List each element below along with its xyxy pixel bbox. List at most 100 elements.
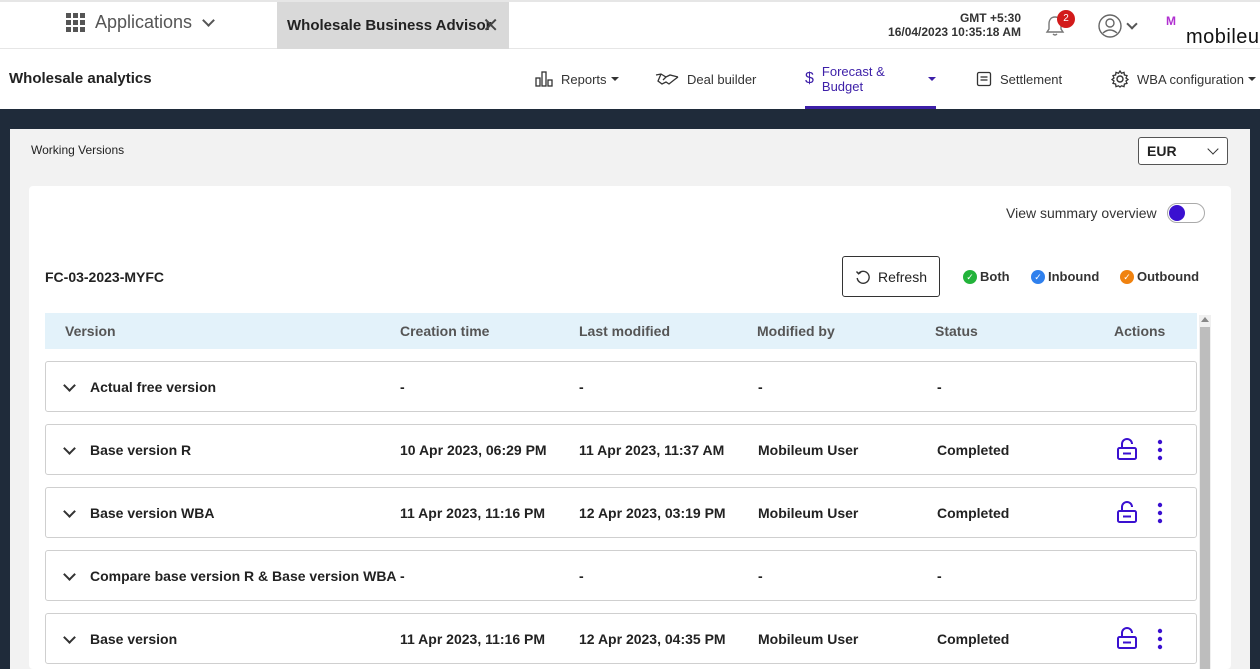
nav-item-reports[interactable]: Reports bbox=[535, 49, 619, 109]
table-row[interactable]: Actual free version - - - - bbox=[45, 361, 1197, 412]
nav-item-wba-configuration[interactable]: WBA configuration bbox=[1111, 49, 1256, 109]
check-icon: ✓ bbox=[1120, 269, 1134, 284]
creation-time: 10 Apr 2023, 06:29 PM bbox=[400, 442, 547, 458]
user-avatar-icon bbox=[1098, 14, 1122, 38]
scrollbar-thumb[interactable] bbox=[1200, 327, 1210, 669]
bar-chart-icon bbox=[535, 71, 553, 87]
chevron-down-icon[interactable] bbox=[63, 379, 76, 392]
last-modified: 12 Apr 2023, 04:35 PM bbox=[579, 631, 726, 647]
status: Completed bbox=[937, 505, 1010, 521]
check-icon: ✓ bbox=[1031, 269, 1045, 284]
creation-time: 11 Apr 2023, 11:16 PM bbox=[400, 505, 546, 521]
top-bar: Applications Wholesale Business Advisor … bbox=[0, 0, 1260, 49]
chevron-down-icon bbox=[1126, 17, 1138, 30]
modified-by: Mobileum User bbox=[758, 631, 859, 647]
creation-time: 11 Apr 2023, 11:16 PM bbox=[400, 631, 546, 647]
table-row[interactable]: Base version 11 Apr 2023, 11:16 PM 12 Ap… bbox=[45, 613, 1197, 664]
last-modified: 11 Apr 2023, 11:37 AM bbox=[579, 442, 725, 458]
version-name: Base version WBA bbox=[90, 505, 215, 521]
chevron-down-icon bbox=[202, 13, 215, 27]
applications-menu[interactable]: Applications bbox=[66, 12, 215, 33]
version-name: Base version bbox=[90, 631, 178, 647]
working-versions-title: Working Versions bbox=[31, 143, 125, 157]
chevron-down-icon bbox=[1207, 143, 1219, 155]
column-header[interactable]: Creation time bbox=[400, 323, 489, 339]
dollar-icon: $ bbox=[805, 70, 814, 87]
caret-down-icon bbox=[610, 77, 619, 81]
brand-logo: M mobileu bbox=[1166, 12, 1260, 48]
chevron-down-icon[interactable] bbox=[63, 505, 76, 518]
chevron-down-icon[interactable] bbox=[63, 442, 76, 455]
brand-name: mobileu bbox=[1186, 26, 1260, 48]
gear-icon bbox=[1111, 70, 1129, 88]
legend-label: Inbound bbox=[1048, 269, 1100, 284]
caret-down-icon bbox=[1247, 77, 1256, 81]
check-icon: ✓ bbox=[963, 269, 977, 284]
legend-outbound: ✓ Outbound bbox=[1120, 269, 1199, 284]
modified-by: - bbox=[758, 379, 763, 395]
status: Completed bbox=[937, 442, 1010, 458]
more-vertical-icon[interactable] bbox=[1150, 627, 1170, 651]
app-tab-label: Wholesale Business Advisor bbox=[287, 17, 492, 34]
chevron-down-icon[interactable] bbox=[63, 568, 76, 581]
refresh-button[interactable]: Refresh bbox=[842, 256, 940, 297]
nav-item-label: WBA configuration bbox=[1137, 71, 1244, 87]
version-name: Base version R bbox=[90, 442, 192, 458]
settlement-icon bbox=[976, 71, 992, 87]
version-name: Compare base version R & Base version WB… bbox=[90, 568, 397, 584]
more-vertical-icon[interactable] bbox=[1150, 438, 1170, 462]
version-name: Actual free version bbox=[90, 379, 217, 395]
apps-grid-icon bbox=[66, 13, 85, 32]
last-modified: - bbox=[579, 379, 584, 395]
close-icon[interactable]: ✕ bbox=[482, 16, 499, 36]
nav-item-settlement[interactable]: Settlement bbox=[976, 49, 1062, 109]
column-header[interactable]: Version bbox=[65, 323, 116, 339]
column-header[interactable]: Last modified bbox=[579, 323, 670, 339]
summary-overview-toggle-group: View summary overview bbox=[1006, 203, 1205, 223]
more-vertical-icon[interactable] bbox=[1150, 501, 1170, 525]
status: Completed bbox=[937, 631, 1010, 647]
applications-label: Applications bbox=[95, 12, 193, 32]
timezone-label: GMT +5:30 bbox=[959, 11, 1021, 25]
table-header: Version Creation time Last modified Modi… bbox=[45, 313, 1197, 349]
column-header[interactable]: Modified by bbox=[757, 323, 835, 339]
chevron-down-icon[interactable] bbox=[63, 631, 76, 644]
legend-label: Outbound bbox=[1137, 269, 1200, 284]
currency-select[interactable]: EUR bbox=[1138, 137, 1228, 165]
table-scrollbar[interactable] bbox=[1199, 315, 1211, 669]
legend-both: ✓ Both bbox=[963, 269, 1010, 284]
app-tab-wholesale-business-advisor[interactable]: Wholesale Business Advisor ✕ bbox=[277, 2, 509, 49]
nav-item-label: Deal builder bbox=[687, 71, 757, 87]
nav-item-deal-builder[interactable]: Deal builder bbox=[655, 49, 756, 109]
notification-badge: 2 bbox=[1057, 10, 1075, 28]
nav-item-label: Reports bbox=[561, 71, 607, 87]
modified-by: Mobileum User bbox=[758, 505, 859, 521]
status: - bbox=[937, 568, 942, 584]
modified-by: Mobileum User bbox=[758, 442, 859, 458]
page-section-title: Wholesale analytics bbox=[9, 70, 152, 87]
main-nav: Wholesale analytics Reports Deal builder… bbox=[0, 49, 1260, 109]
unlock-icon[interactable] bbox=[1116, 626, 1138, 650]
legend-label: Both bbox=[980, 269, 1010, 284]
summary-overview-toggle[interactable] bbox=[1166, 203, 1205, 223]
nav-item-forecast-budget[interactable]: $ Forecast & Budget bbox=[805, 49, 936, 109]
unlock-icon[interactable] bbox=[1116, 437, 1138, 461]
table-row[interactable]: Base version WBA 11 Apr 2023, 11:16 PM 1… bbox=[45, 487, 1197, 538]
table-row[interactable]: Base version R 10 Apr 2023, 06:29 PM 11 … bbox=[45, 424, 1197, 475]
last-modified: 12 Apr 2023, 03:19 PM bbox=[579, 505, 726, 521]
scroll-up-arrow-icon[interactable] bbox=[1201, 317, 1209, 322]
column-header[interactable]: Status bbox=[935, 323, 978, 339]
legend-inbound: ✓ Inbound bbox=[1031, 269, 1099, 284]
forecast-name: FC-03-2023-MYFC bbox=[45, 269, 165, 285]
unlock-icon[interactable] bbox=[1116, 500, 1138, 524]
brand-mark-icon: M bbox=[1166, 14, 1176, 28]
summary-toggle-label: View summary overview bbox=[1006, 205, 1157, 221]
timezone-clock: GMT +5:30 16/04/2023 10:35:18 AM bbox=[888, 11, 1021, 39]
table-row[interactable]: Compare base version R & Base version WB… bbox=[45, 550, 1197, 601]
status: - bbox=[937, 379, 942, 395]
currency-value: EUR bbox=[1147, 143, 1177, 159]
user-menu[interactable] bbox=[1098, 14, 1138, 38]
nav-item-label: Forecast & Budget bbox=[821, 64, 885, 94]
nav-item-label: Settlement bbox=[1000, 71, 1063, 87]
refresh-label: Refresh bbox=[877, 268, 928, 285]
